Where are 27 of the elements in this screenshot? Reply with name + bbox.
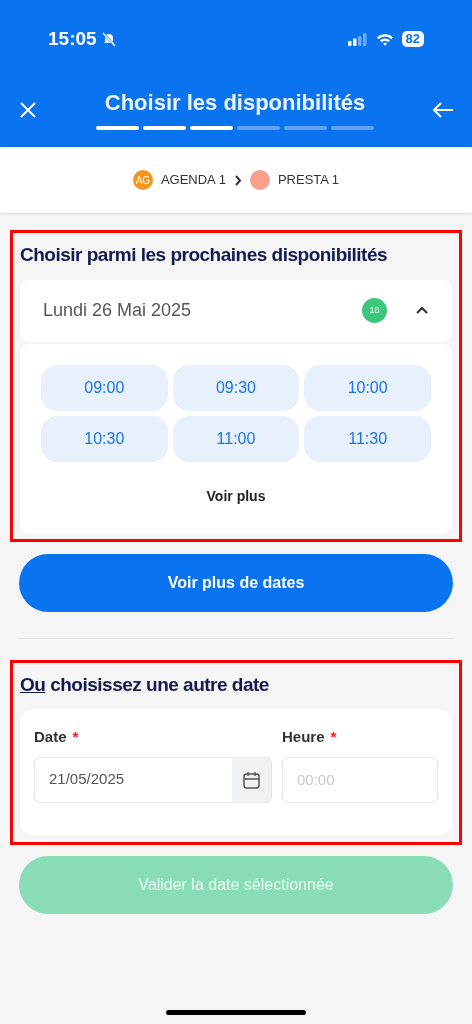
count-badge: 18 xyxy=(362,298,387,323)
day-label: Lundi 26 Mai 2025 xyxy=(43,299,193,322)
chevron-right-icon xyxy=(233,174,242,186)
time-slot[interactable]: 11:30 xyxy=(304,415,431,462)
section-title: Choisir parmi les prochaines disponibilités xyxy=(20,243,389,267)
breadcrumb-label: AGENDA 1 xyxy=(160,171,226,190)
time-slot[interactable]: 10:00 xyxy=(304,364,431,411)
field-label: Heure * xyxy=(282,727,338,747)
back-button[interactable] xyxy=(432,100,454,120)
signal-icon xyxy=(347,32,368,46)
status-time: 15:05 xyxy=(48,26,97,51)
time-slot[interactable]: 09:30 xyxy=(172,364,300,411)
close-button[interactable] xyxy=(18,100,38,120)
time-slot[interactable]: 09:00 xyxy=(41,364,168,411)
time-slot[interactable]: 10:30 xyxy=(41,415,168,462)
more-dates-button[interactable]: Voir plus de dates xyxy=(19,553,453,612)
section-title: Ou choisissez une autre date xyxy=(20,672,270,697)
breadcrumb-label: PRESTA 1 xyxy=(277,171,340,190)
page-title: Choisir les disponibilités xyxy=(104,90,366,116)
wifi-icon xyxy=(375,32,394,46)
time-slot[interactable]: 11:00 xyxy=(172,415,300,462)
avatar: AG xyxy=(132,170,153,190)
day-header[interactable]: Lundi 26 Mai 2025 18 xyxy=(20,279,452,342)
battery-indicator: 82 xyxy=(401,31,424,47)
see-more-link[interactable]: Voir plus xyxy=(206,485,266,507)
chevron-up-icon xyxy=(415,306,429,315)
field-label: Date * xyxy=(34,727,80,747)
